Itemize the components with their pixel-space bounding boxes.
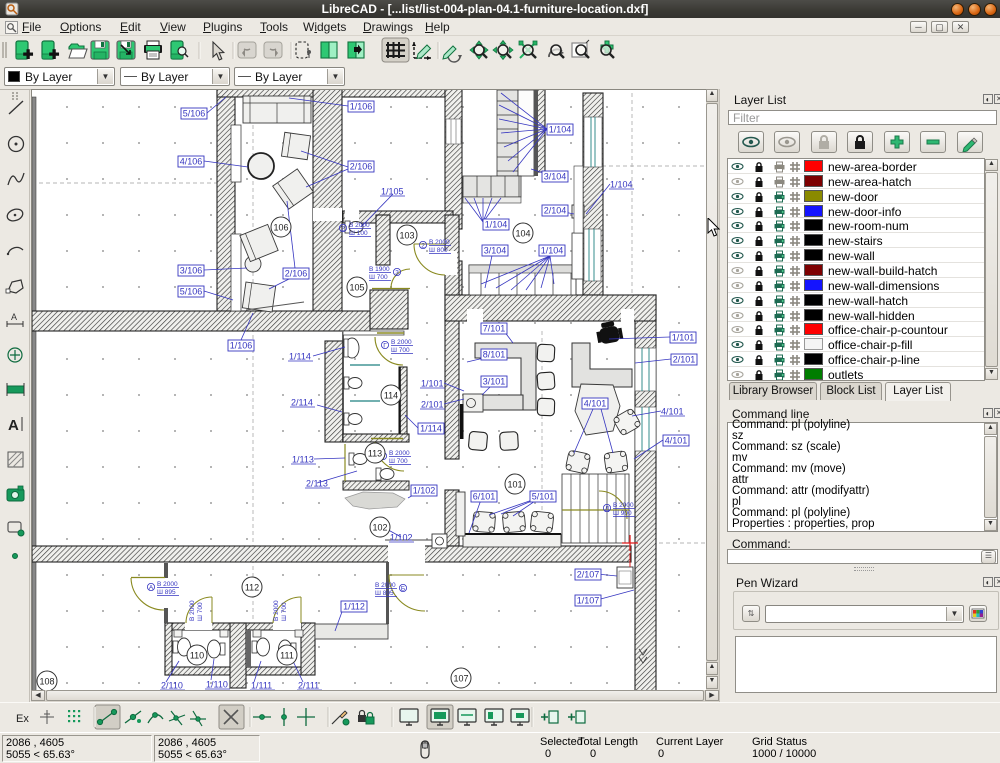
svg-text:Ш 895: Ш 895	[157, 589, 176, 596]
svg-text:5/106: 5/106	[180, 287, 203, 297]
svg-text:1/111: 1/111	[251, 681, 272, 691]
svg-text:Ш 700: Ш 700	[369, 274, 388, 281]
svg-text:B 2000: B 2000	[613, 502, 634, 509]
svg-text:2/114: 2/114	[291, 398, 313, 408]
svg-text:B 2000: B 2000	[391, 339, 412, 346]
svg-text:111: 111	[280, 651, 294, 661]
svg-text:7/101: 7/101	[483, 324, 506, 334]
svg-text:Г: Г	[383, 343, 387, 350]
svg-text:2/104: 2/104	[544, 206, 567, 216]
svg-text:Ш 700: Ш 700	[391, 347, 410, 354]
svg-text:112: 112	[245, 583, 259, 593]
svg-text:1/102: 1/102	[413, 486, 436, 496]
svg-text:B 2000: B 2000	[189, 600, 196, 621]
svg-text:2/106: 2/106	[350, 162, 373, 172]
svg-text:1/104: 1/104	[485, 220, 508, 230]
svg-text:2: 2	[421, 243, 425, 250]
svg-text:106: 106	[273, 223, 288, 233]
svg-text:102: 102	[372, 523, 387, 533]
svg-text:B 2000: B 2000	[157, 581, 178, 588]
svg-text:1/112: 1/112	[343, 602, 365, 612]
svg-text:1/107: 1/107	[577, 596, 600, 606]
svg-text:B 1900: B 1900	[369, 266, 390, 273]
svg-text:Ш 700: Ш 700	[197, 602, 204, 621]
svg-text:4/101: 4/101	[584, 399, 607, 409]
svg-text:6/101: 6/101	[473, 492, 496, 502]
svg-text:1/104: 1/104	[541, 246, 564, 256]
svg-text:A: A	[11, 312, 17, 322]
svg-text:B 2000: B 2000	[389, 450, 410, 457]
svg-text:114: 114	[384, 391, 398, 401]
svg-text:Ш 100: Ш 100	[349, 230, 368, 237]
svg-text:104: 104	[515, 229, 530, 239]
svg-text:103: 103	[399, 231, 414, 241]
svg-text:Ш 700: Ш 700	[389, 458, 408, 465]
svg-text:2/106: 2/106	[285, 269, 308, 279]
svg-text:1/114: 1/114	[420, 424, 442, 434]
svg-text:4/101: 4/101	[665, 436, 688, 446]
svg-text:1/104: 1/104	[610, 180, 633, 190]
svg-text:2/111: 2/111	[298, 681, 319, 691]
svg-text:Ex: Ex	[16, 713, 29, 725]
svg-text:3/106: 3/106	[180, 266, 203, 276]
svg-text:113: 113	[368, 449, 382, 459]
svg-text:1/105: 1/105	[381, 187, 404, 197]
svg-text:B 2000: B 2000	[349, 222, 370, 229]
svg-text:Ш 800: Ш 800	[429, 247, 448, 254]
svg-text:5/106: 5/106	[183, 109, 206, 119]
svg-text:110: 110	[190, 651, 204, 661]
svg-text:A: A	[149, 585, 154, 592]
svg-text:5/101: 5/101	[532, 492, 555, 502]
svg-text:3: 3	[395, 270, 399, 277]
svg-text:2/101: 2/101	[673, 355, 696, 365]
svg-text:2/107: 2/107	[577, 570, 600, 580]
svg-text:1/106: 1/106	[230, 341, 253, 351]
svg-text:B 2000: B 2000	[273, 600, 280, 621]
svg-text:B 2000: B 2000	[429, 239, 450, 246]
svg-text:A: A	[8, 417, 19, 434]
svg-text:1/114: 1/114	[289, 352, 311, 362]
svg-text:Ш 895: Ш 895	[375, 590, 394, 597]
svg-text:107: 107	[453, 674, 468, 684]
svg-text:B 2000: B 2000	[375, 582, 396, 589]
svg-text:1/102: 1/102	[390, 533, 413, 543]
svg-text:Ш 700: Ш 700	[281, 602, 288, 621]
svg-text:3/101: 3/101	[483, 377, 506, 387]
svg-text:Ш 900: Ш 900	[613, 510, 632, 517]
svg-text:Б: Б	[401, 586, 405, 593]
svg-text:2/101: 2/101	[421, 400, 444, 410]
svg-text:3/104: 3/104	[544, 172, 567, 182]
svg-text:1/106: 1/106	[350, 102, 373, 112]
svg-text:4/106: 4/106	[180, 157, 203, 167]
svg-text:8/101: 8/101	[483, 350, 506, 360]
svg-text:105: 105	[349, 283, 364, 293]
svg-text:3/104: 3/104	[484, 246, 507, 256]
svg-text:108: 108	[39, 677, 54, 687]
svg-text:1/110: 1/110	[206, 680, 228, 690]
svg-text:2/110: 2/110	[161, 681, 183, 691]
svg-text:2: 2	[341, 226, 345, 233]
svg-text:2/113: 2/113	[306, 479, 328, 489]
svg-text:4/101: 4/101	[661, 407, 684, 417]
svg-text:1/101: 1/101	[672, 333, 695, 343]
svg-text:Д: Д	[605, 506, 610, 513]
svg-text:101: 101	[507, 480, 522, 490]
svg-text:1/101: 1/101	[421, 379, 444, 389]
svg-text:1/104: 1/104	[549, 125, 572, 135]
svg-text:1/113: 1/113	[292, 455, 314, 465]
